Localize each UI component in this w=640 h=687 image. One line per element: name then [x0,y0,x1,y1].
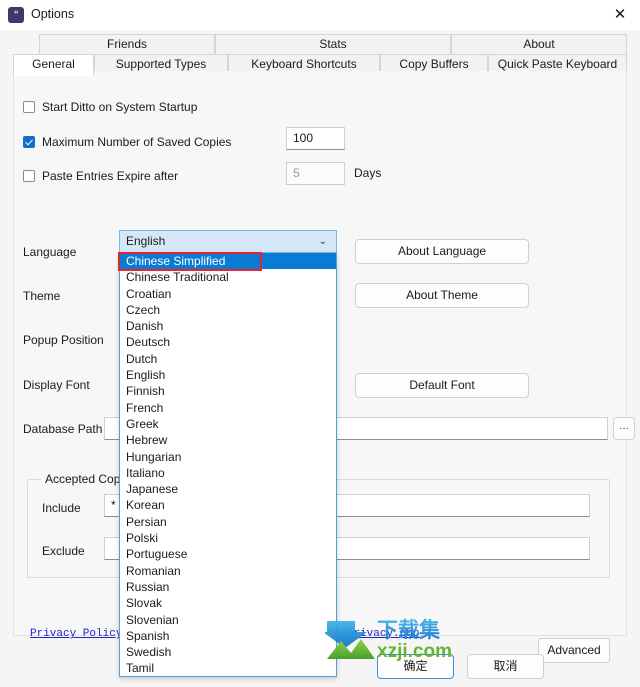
language-option[interactable]: Japanese [120,481,336,497]
display-font-label: Display Font [23,378,90,392]
start-on-startup-row[interactable]: Start Ditto on System Startup [23,100,197,114]
expire-row[interactable]: Paste Entries Expire after [23,169,178,183]
language-option[interactable]: Chinese Simplified [120,253,336,270]
tab-row-top: Friends Stats About [13,34,627,55]
language-option[interactable]: Italiano [120,465,336,481]
exclude-label: Exclude [42,544,85,558]
tab-strip: Friends Stats About General Supported Ty… [13,34,627,76]
language-option[interactable]: Danish [120,318,336,334]
max-copies-checkbox[interactable] [23,136,35,148]
language-option[interactable]: Finnish [120,383,336,399]
database-path-browse-button[interactable]: ··· [613,417,635,440]
language-option[interactable]: Greek [120,416,336,432]
start-on-startup-checkbox[interactable] [23,101,35,113]
database-path-label: Database Path [23,422,103,436]
tab-friends[interactable]: Friends [39,34,215,55]
max-copies-label: Maximum Number of Saved Copies [42,135,232,149]
about-language-button[interactable]: About Language [355,239,529,264]
expire-checkbox[interactable] [23,170,35,182]
language-combobox[interactable]: English ⌄ [119,230,337,253]
expire-days-unit-label: Days [354,166,382,180]
language-label: Language [23,245,77,259]
language-option[interactable]: Slovenian [120,612,336,628]
language-option[interactable]: Deutsch [120,334,336,350]
language-option[interactable]: Chinese Traditional [120,269,336,285]
watermark-cn-text: 下载集 [377,618,441,642]
start-on-startup-label: Start Ditto on System Startup [42,100,198,114]
language-option[interactable]: English [120,367,336,383]
ditto-quote-icon: “ [8,7,24,23]
window-title: Options [31,7,75,21]
cancel-button[interactable]: 取消 [467,654,544,679]
close-icon[interactable]: ✕ [600,0,640,30]
theme-label: Theme [23,289,61,303]
language-option[interactable]: Hungarian [120,449,336,465]
about-theme-button[interactable]: About Theme [355,283,529,308]
site-watermark: 下载集 xzji.com [323,615,465,663]
options-dialog: Friends Stats About General Supported Ty… [0,30,640,687]
language-option[interactable]: Portuguese [120,546,336,562]
tab-stats[interactable]: Stats [215,34,451,55]
tab-general[interactable]: General [13,54,94,76]
language-option[interactable]: Slovak [120,595,336,611]
language-option[interactable]: Persian [120,514,336,530]
default-font-button[interactable]: Default Font [355,373,529,398]
max-copies-row[interactable]: Maximum Number of Saved Copies [23,135,231,149]
language-option[interactable]: Russian [120,579,336,595]
language-option[interactable]: Korean [120,497,336,513]
popup-position-label: Popup Position [23,333,104,347]
language-option[interactable]: Czech [120,302,336,318]
language-option[interactable]: Croatian [120,286,336,302]
language-option[interactable]: Romanian [120,563,336,579]
include-label: Include [42,501,81,515]
max-copies-input[interactable]: 100 [286,127,345,150]
advanced-button[interactable]: Advanced [538,638,610,663]
title-bar: “ Options ✕ [0,0,640,30]
watermark-url-text: xzji.com [377,641,452,662]
tab-about[interactable]: About [451,34,627,55]
expire-days-input[interactable]: 5 [286,162,345,185]
language-option[interactable]: Swedish [120,644,336,660]
language-option[interactable]: Spanish [120,628,336,644]
language-dropdown-list[interactable]: Chinese Simplified Chinese Traditional Cro… [119,253,337,677]
language-combobox-value: English [126,234,166,248]
language-option[interactable]: French [120,400,336,416]
language-option[interactable]: Hebrew [120,432,336,448]
chevron-down-icon: ⌄ [318,236,327,247]
language-option[interactable]: Polski [120,530,336,546]
expire-label: Paste Entries Expire after [42,169,179,183]
language-option[interactable]: Tamil [120,660,336,676]
language-option[interactable]: Dutch [120,351,336,367]
